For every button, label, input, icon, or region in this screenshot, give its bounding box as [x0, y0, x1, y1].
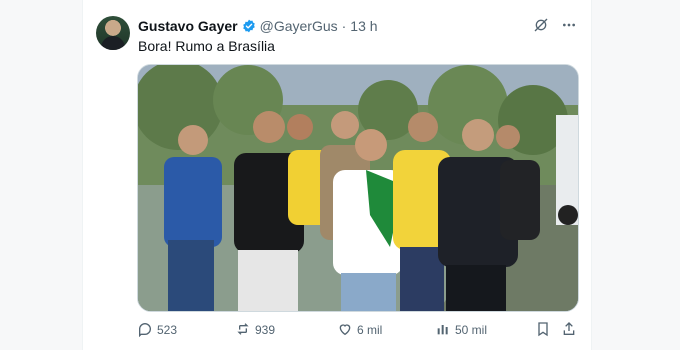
top-actions [532, 16, 578, 34]
separator-dot: · [341, 18, 347, 34]
reply-icon [137, 321, 153, 340]
share-icon [561, 321, 577, 340]
reply-button[interactable]: 523 [137, 321, 177, 340]
action-bar: 523 939 6 mil 50 mil [137, 320, 577, 340]
verified-badge-icon [242, 19, 256, 33]
repost-count: 939 [255, 323, 276, 337]
post-image[interactable] [137, 64, 579, 312]
author-handle[interactable]: @GayerGus [260, 18, 338, 34]
reply-count: 523 [157, 323, 178, 337]
views-button[interactable]: 50 mil [435, 321, 487, 340]
more-icon[interactable] [560, 16, 578, 34]
like-button[interactable]: 6 mil [337, 321, 382, 340]
avatar[interactable] [96, 16, 130, 50]
repost-button[interactable]: 939 [235, 321, 275, 340]
like-icon [337, 321, 353, 340]
bookmark-button[interactable] [535, 321, 551, 340]
views-count: 50 mil [455, 323, 488, 337]
post-text: Bora! Rumo a Brasília [138, 38, 275, 54]
post-timestamp[interactable]: 13 h [350, 18, 377, 34]
like-count: 6 mil [357, 323, 383, 337]
repost-icon [235, 321, 251, 340]
author-name[interactable]: Gustavo Gayer [138, 18, 238, 34]
views-icon [435, 321, 451, 340]
grok-icon[interactable] [532, 16, 550, 34]
post-header: Gustavo Gayer @GayerGus · 13 h [138, 16, 378, 36]
bookmark-icon [535, 321, 551, 340]
share-button[interactable] [561, 321, 577, 340]
